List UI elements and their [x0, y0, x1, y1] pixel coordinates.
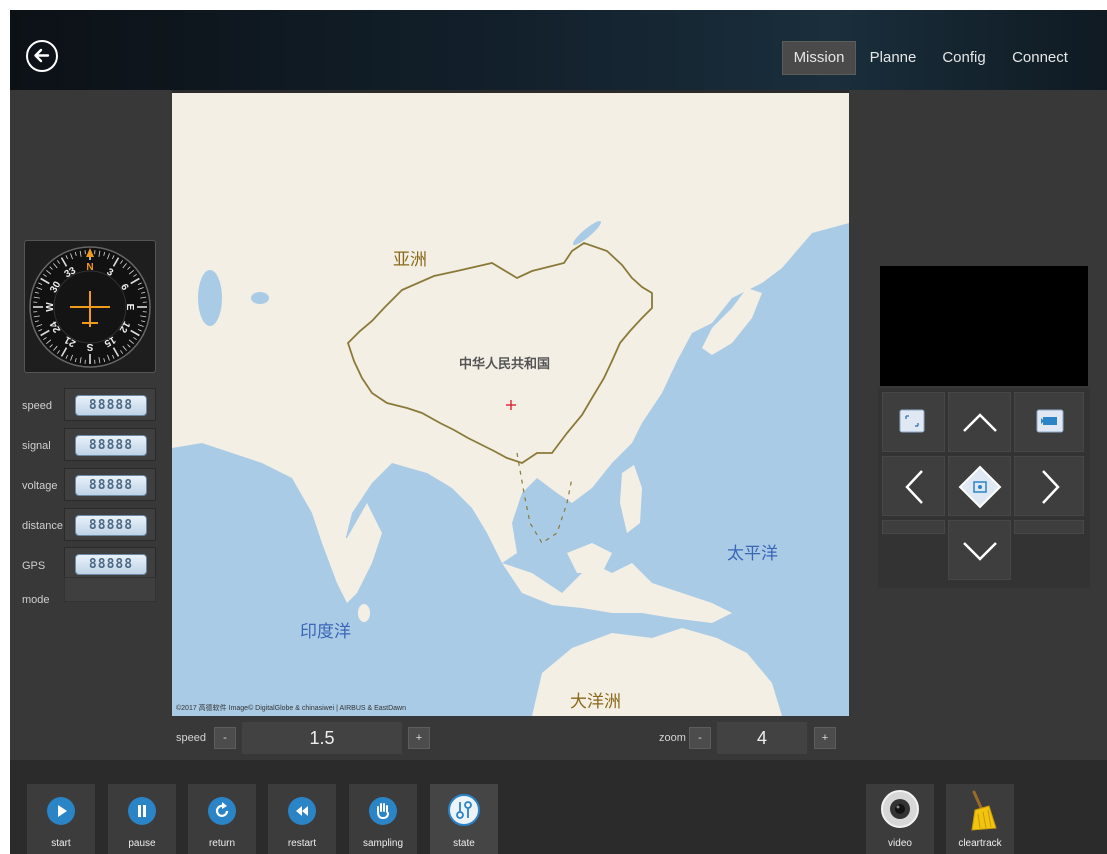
distance-lcd: 88888 [75, 515, 147, 536]
return-button[interactable]: return [188, 784, 256, 854]
compass-instrument: N 3 6 E 12 15 S 21 24 W 30 33 [24, 240, 156, 373]
speed-label: speed [22, 400, 52, 412]
chevron-down-icon [963, 542, 997, 561]
cleartrack-label: cleartrack [958, 838, 1002, 849]
map-view[interactable]: 亚洲 中华人民共和国 太平洋 印度洋 大洋洲 ©2017 高德软件 Image©… [172, 93, 849, 716]
video-button[interactable]: video [866, 784, 934, 854]
map-control-bar: speed - 1.5 + zoom - 4 + [172, 716, 849, 760]
start-button[interactable]: start [27, 784, 95, 854]
video-camera-icon [1036, 409, 1064, 433]
mode-display [64, 577, 156, 602]
nav-connect-tab[interactable]: Connect [1006, 41, 1074, 75]
compass-dial: N 36E1215S2124W3033 [29, 246, 151, 368]
broom-icon [960, 788, 1000, 832]
return-label: return [208, 838, 236, 849]
signal-readout: 88888 [64, 428, 156, 461]
ptz-center-button[interactable] [948, 456, 1011, 516]
sampling-label: sampling [362, 838, 404, 849]
zoom-value: 4 [717, 722, 807, 754]
state-label: state [453, 838, 475, 849]
zoom-control-label: zoom [659, 732, 686, 744]
gps-label: GPS [22, 560, 46, 572]
state-icon [448, 794, 480, 826]
video-label: video [888, 838, 912, 849]
signal-lcd: 88888 [75, 435, 147, 456]
map-label-pacific: 太平洋 [727, 544, 778, 563]
ptz-empty-cell [882, 520, 945, 534]
ptz-left-button[interactable] [882, 456, 945, 516]
ptz-record-button[interactable] [1014, 392, 1084, 452]
voltage-label: voltage [22, 480, 58, 492]
map-canvas [172, 93, 849, 716]
distance-readout: 88888 [64, 508, 156, 541]
ptz-up-button[interactable] [948, 392, 1011, 452]
speed-decrease-button[interactable]: - [214, 727, 236, 749]
arrow-left-icon [34, 48, 50, 63]
cleartrack-button[interactable]: cleartrack [946, 784, 1014, 854]
start-label: start [51, 838, 71, 849]
gps-lcd: 88888 [75, 554, 147, 575]
speed-value: 1.5 [242, 722, 402, 754]
chevron-right-icon [1042, 470, 1060, 504]
ptz-control-pad [878, 388, 1090, 588]
voltage-readout: 88888 [64, 468, 156, 501]
video-preview [880, 266, 1088, 386]
play-icon [47, 797, 75, 825]
nav-mission-tab[interactable]: Mission [782, 41, 856, 75]
map-attribution: ©2017 高德软件 Image© DigitalGlobe & chinasi… [176, 705, 407, 712]
speed-increase-button[interactable]: + [408, 727, 430, 749]
nav-config-tab[interactable]: Config [936, 41, 992, 75]
chevron-left-icon [905, 470, 923, 504]
ptz-down-button[interactable] [948, 520, 1011, 580]
speed-readout: 88888 [64, 388, 156, 421]
pause-icon [128, 797, 156, 825]
state-button[interactable]: state [430, 784, 498, 854]
map-label-china: 中华人民共和国 [459, 356, 551, 371]
zoom-decrease-button[interactable]: - [689, 727, 711, 749]
header-bar: Mission Planne Config Connect [10, 10, 1107, 90]
speed-lcd: 88888 [75, 395, 147, 416]
map-label-indian: 印度洋 [300, 622, 351, 641]
chevron-up-icon [963, 413, 997, 432]
rewind-icon [288, 797, 316, 825]
pause-label: pause [128, 838, 156, 849]
restart-label: restart [287, 838, 317, 849]
sampling-button[interactable]: sampling [349, 784, 417, 854]
distance-label: distance [22, 520, 63, 532]
zoom-increase-button[interactable]: + [814, 727, 836, 749]
telemetry-panel: N 3 6 E 12 15 S 21 24 W 30 33 speed 88888 signal 88… [10, 90, 172, 760]
ptz-fullscreen-button[interactable] [882, 392, 945, 452]
mission-toolbar: start pause return restart sampling stat… [10, 760, 1107, 854]
pause-button[interactable]: pause [108, 784, 176, 854]
voltage-lcd: 88888 [75, 475, 147, 496]
app-window: Mission Planne Config Connect N 3 6 E 12 15 S 2… [10, 10, 1107, 854]
mode-label: mode [22, 594, 50, 606]
nav-planne-tab[interactable]: Planne [864, 41, 922, 75]
ptz-right-button[interactable] [1014, 456, 1084, 516]
camera-icon [881, 790, 919, 828]
focus-center-icon [958, 465, 1002, 509]
back-button[interactable] [26, 40, 58, 72]
speed-control-label: speed [176, 732, 206, 744]
gps-readout: 88888 [64, 547, 156, 580]
hand-icon [369, 797, 397, 825]
return-icon [208, 797, 236, 825]
map-label-asia: 亚洲 [393, 250, 427, 269]
map-label-oceania: 大洋洲 [570, 692, 621, 711]
signal-label: signal [22, 440, 51, 452]
restart-button[interactable]: restart [268, 784, 336, 854]
fullscreen-icon [899, 409, 925, 433]
ptz-empty-cell [1014, 520, 1084, 534]
